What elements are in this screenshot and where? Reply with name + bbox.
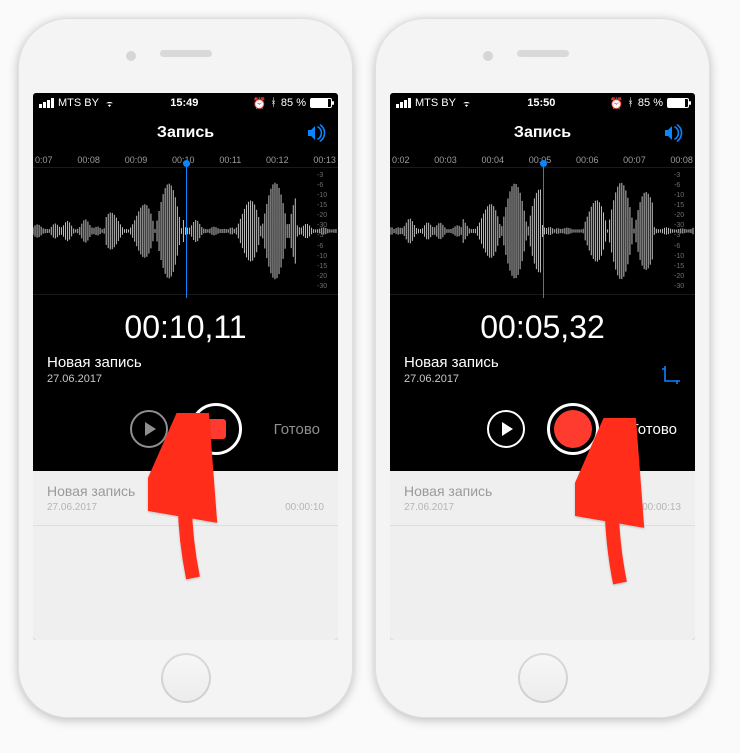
waveform-area[interactable]: -3-6-10-15-20-30-3-6-10-15-20-30 [33, 167, 338, 295]
carrier-label: MTS BY [415, 97, 456, 109]
playhead[interactable] [186, 164, 187, 298]
controls: Готово [33, 403, 338, 455]
battery-icon [310, 98, 332, 108]
recordings-list: Новая запись 27.06.2017 00:00:13 [390, 471, 695, 640]
recording-title[interactable]: Новая запись [404, 354, 499, 371]
db-scale: -3-6-10-15-20-30-3-6-10-15-20-30 [674, 168, 694, 294]
phone-mockup: MTS BY 15:50 ⏰ ᚼ 85 % Запись 0:0200:0300… [375, 18, 710, 718]
list-item[interactable]: Новая запись 27.06.2017 00:00:13 [390, 471, 695, 526]
recording-date: 27.06.2017 [404, 373, 499, 385]
battery-pct: 85 % [638, 97, 663, 109]
home-button[interactable] [161, 653, 211, 703]
list-item-date: 27.06.2017 [404, 502, 492, 513]
list-item-duration: 00:00:13 [642, 502, 681, 513]
battery-pct: 85 % [281, 97, 306, 109]
clock-label: 15:49 [170, 97, 198, 109]
nav-title: Запись [514, 124, 571, 142]
controls: Готово [390, 403, 695, 455]
waveform-area[interactable]: -3-6-10-15-20-30-3-6-10-15-20-30 [390, 167, 695, 295]
db-scale: -3-6-10-15-20-30-3-6-10-15-20-30 [317, 168, 337, 294]
clock-label: 15:50 [527, 97, 555, 109]
done-button[interactable]: Готово [631, 421, 677, 438]
signal-icon [396, 98, 411, 108]
phone-speaker [160, 50, 212, 57]
wifi-icon [103, 98, 116, 108]
speaker-button[interactable] [663, 124, 685, 142]
list-item-title: Новая запись [404, 483, 492, 499]
recording-title[interactable]: Новая запись [47, 354, 142, 371]
nav-bar: Запись [33, 113, 338, 153]
alarm-icon: ⏰ [253, 97, 267, 110]
screen: MTS BY 15:50 ⏰ ᚼ 85 % Запись 0:0200:0300… [390, 93, 695, 640]
list-item-title: Новая запись [47, 483, 135, 499]
done-button[interactable]: Готово [274, 421, 320, 438]
list-item-duration: 00:00:10 [285, 502, 324, 513]
phone-camera [126, 51, 136, 61]
screen: MTS BY 15:49 ⏰ ᚼ 85 % Запись 0:0700:0800… [33, 93, 338, 640]
timecode: 00:10,11 [33, 309, 338, 346]
nav-title: Запись [157, 124, 214, 142]
bluetooth-icon: ᚼ [270, 97, 277, 109]
wifi-icon [460, 98, 473, 108]
record-button[interactable] [547, 403, 599, 455]
status-bar: MTS BY 15:49 ⏰ ᚼ 85 % [33, 93, 338, 113]
phone-camera [483, 51, 493, 61]
carrier-label: MTS BY [58, 97, 99, 109]
play-button[interactable] [487, 410, 525, 448]
timecode: 00:05,32 [390, 309, 695, 346]
signal-icon [39, 98, 54, 108]
speaker-button[interactable] [306, 124, 328, 142]
play-button[interactable] [130, 410, 168, 448]
recording-date: 27.06.2017 [47, 373, 142, 385]
phone-speaker [517, 50, 569, 57]
recordings-list: Новая запись 27.06.2017 00:00:10 [33, 471, 338, 640]
alarm-icon: ⏰ [610, 97, 624, 110]
status-bar: MTS BY 15:50 ⏰ ᚼ 85 % [390, 93, 695, 113]
battery-icon [667, 98, 689, 108]
list-item[interactable]: Новая запись 27.06.2017 00:00:10 [33, 471, 338, 526]
playhead[interactable] [543, 164, 544, 298]
list-item-date: 27.06.2017 [47, 502, 135, 513]
home-button[interactable] [518, 653, 568, 703]
record-button[interactable] [190, 403, 242, 455]
bluetooth-icon: ᚼ [627, 97, 634, 109]
phone-mockup: MTS BY 15:49 ⏰ ᚼ 85 % Запись 0:0700:0800… [18, 18, 353, 718]
nav-bar: Запись [390, 113, 695, 153]
trim-button[interactable] [661, 365, 681, 385]
